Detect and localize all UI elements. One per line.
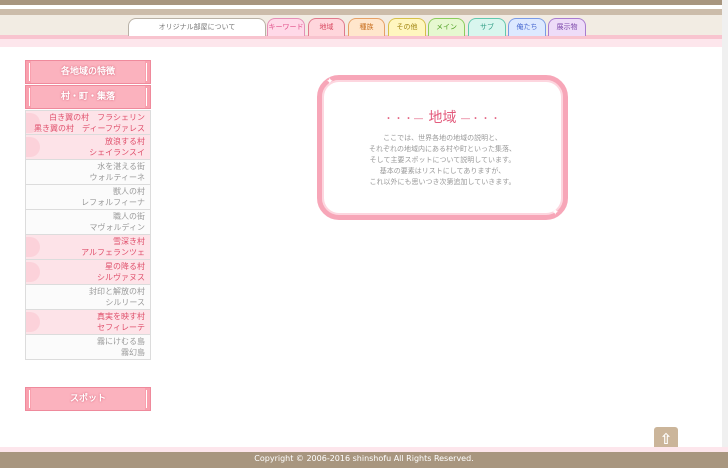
sidebar-item-silrese[interactable]: 封印と解放の村 シルリース <box>25 285 151 310</box>
sidebar-heading-settlements[interactable]: 村・町・集落 <box>25 85 151 109</box>
card-description: ここでは、世界各地の地域の説明と、 それぞれの地域内にある村や町といった集落、 … <box>322 133 563 188</box>
sidebar-item-sheiransui[interactable]: 放浪する村 シェイランスイ <box>25 135 151 160</box>
tab-us[interactable]: 俺たち <box>508 18 546 36</box>
sidebar-item-label: 雪深き村 <box>113 237 145 246</box>
sidebar-item-mavoldin[interactable]: 職人の街 マヴォルディン <box>25 210 151 235</box>
sidebar-item-sefilete[interactable]: 真実を映す村 セフィレーテ <box>25 310 151 335</box>
tab-exhibit[interactable]: 展示物 <box>548 18 586 36</box>
sidebar-item-reforfina[interactable]: 獣人の村 レフォルフィーナ <box>25 185 151 210</box>
sidebar-item-label: 水を湛える街 <box>97 162 145 171</box>
sidebar-item-label: 獣人の村 <box>113 187 145 196</box>
card-line: 基本の要素はリストにしてありますが、 <box>379 167 506 175</box>
sidebar-item-label: シルヴァヌス <box>97 273 145 282</box>
tab-main[interactable]: メイン <box>428 18 465 36</box>
sidebar-item-label: 白き翼の村 フラシェリン <box>49 113 145 122</box>
sidebar-item-label: 星の降る村 <box>105 262 145 271</box>
sparkle-icon: ✦ <box>551 208 559 218</box>
title-ornament: ―・・・ <box>460 114 501 125</box>
sidebar-item-label: レフォルフィーナ <box>81 198 145 207</box>
sidebar-item-label: 職人の街 <box>113 212 145 221</box>
tab-other[interactable]: その他 <box>388 18 426 36</box>
sidebar-item-silvanus[interactable]: 星の降る村 シルヴァヌス <box>25 260 151 285</box>
sidebar-item-label: 霧幻島 <box>121 348 145 357</box>
footer-copyright: Copyright © 2006-2016 shinshofu All Righ… <box>254 454 474 463</box>
card-line: そして主要スポットについて説明しています。 <box>369 156 516 164</box>
card-line: ここでは、世界各地の地域の説明と、 <box>383 134 502 142</box>
sidebar-item-label: 霧にけむる島 <box>97 337 145 346</box>
sidebar-item-mugen-island[interactable]: 霧にけむる島 霧幻島 <box>25 335 151 360</box>
region-intro-card: ✦ ✦ ・・・― 地域 ―・・・ ここでは、世界各地の地域の説明と、 それぞれの… <box>317 75 568 220</box>
sidebar-item-alferantse[interactable]: 雪深き村 アルフェランツェ <box>25 235 151 260</box>
sidebar-item-label: 黒き翼の村 ディーフヴァレス <box>34 124 145 133</box>
sidebar-item-label: シルリース <box>105 298 145 307</box>
sparkle-icon: ✦ <box>326 77 334 87</box>
sidebar-item-label: セフィレーテ <box>97 323 145 332</box>
sidebar-item-label: ウォルティーネ <box>89 173 145 182</box>
sidebar-item-fracherin[interactable]: 白き翼の村 フラシェリン 黒き翼の村 ディーフヴァレス <box>25 110 151 135</box>
sidebar-item-label: 放浪する村 <box>105 137 145 146</box>
card-title-text: 地域 <box>428 110 457 126</box>
tab-keyword[interactable]: キーワード <box>267 18 305 36</box>
tab-race[interactable]: 種族 <box>348 18 385 36</box>
sidebar-item-label: マヴォルディン <box>89 223 145 232</box>
sidebar-heading-label: スポット <box>69 394 106 404</box>
scrollbar[interactable] <box>722 0 728 452</box>
tab-region[interactable]: 地域 <box>308 18 345 36</box>
sidebar-heading-label: 各地域の特徴 <box>60 67 115 77</box>
sidebar-item-label: アルフェランツェ <box>81 248 145 257</box>
sidebar-heading-features[interactable]: 各地域の特徴 <box>25 60 151 84</box>
header-pink-band <box>0 39 728 47</box>
sidebar-item-label: 封印と解放の村 <box>89 287 145 296</box>
title-ornament: ・・・― <box>384 114 425 125</box>
card-line: これ以外にも思いつき次第追加していきます。 <box>369 178 516 186</box>
sidebar-item-label: シェイランスイ <box>89 148 145 157</box>
sidebar-item-waltine[interactable]: 水を湛える街 ウォルティーネ <box>25 160 151 185</box>
sidebar-settlement-list: 白き翼の村 フラシェリン 黒き翼の村 ディーフヴァレス 放浪する村 シェイランス… <box>25 110 151 360</box>
card-line: それぞれの地域内にある村や町といった集落、 <box>369 145 516 153</box>
up-arrow-icon: ⇧ <box>659 430 673 448</box>
sidebar-heading-spots[interactable]: スポット <box>25 387 151 411</box>
tab-sub[interactable]: サブ <box>468 18 506 36</box>
sidebar-item-label: 真実を映す村 <box>97 312 145 321</box>
tab-about[interactable]: オリジナル部屋について <box>128 18 266 36</box>
card-title: ・・・― 地域 ―・・・ <box>322 107 563 127</box>
sidebar-heading-label: 村・町・集落 <box>60 92 115 102</box>
